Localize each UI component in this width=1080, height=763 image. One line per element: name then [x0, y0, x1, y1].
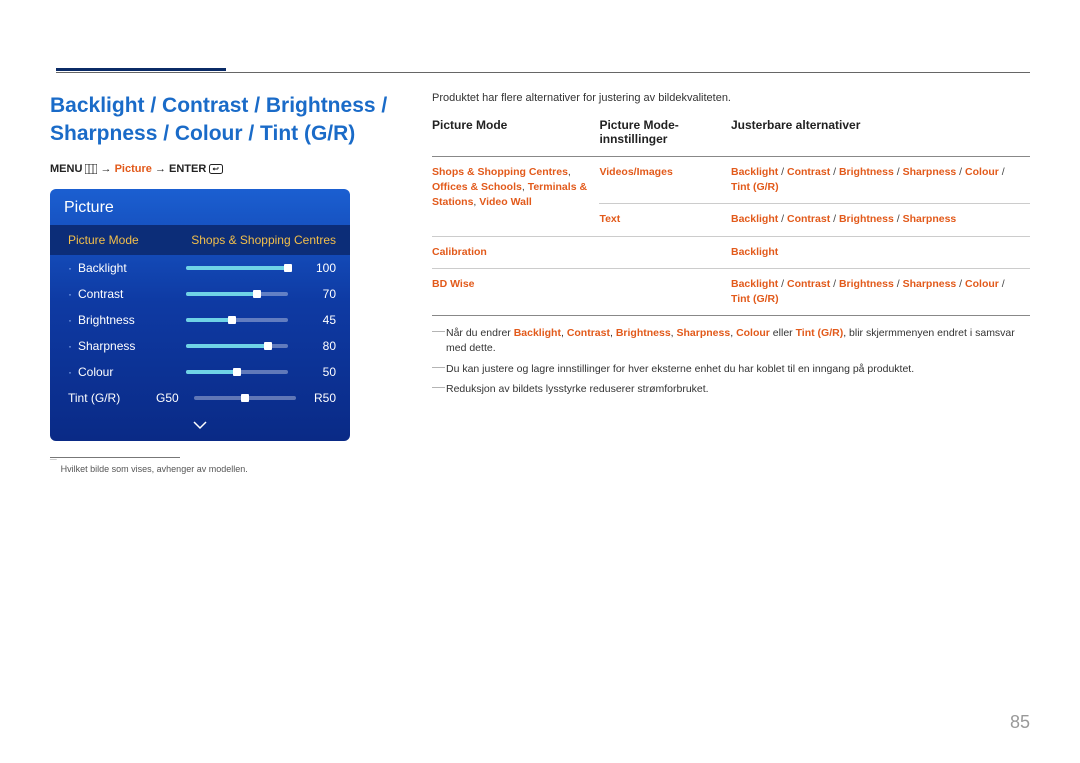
- cell-setting: [599, 268, 731, 315]
- slider-knob[interactable]: [233, 368, 241, 376]
- cell-picture-mode: BD Wise: [432, 268, 599, 315]
- osd-row-contrast[interactable]: Contrast 70: [50, 281, 350, 307]
- enter-icon: [209, 164, 223, 174]
- th-settings: Picture Mode-innstillinger: [599, 118, 731, 157]
- section-accent-bar: [56, 68, 226, 71]
- slider-fill: [186, 344, 268, 348]
- osd-row-backlight[interactable]: Backlight 100: [50, 255, 350, 281]
- tint-g-value: G50: [156, 391, 186, 405]
- slider-fill: [186, 370, 237, 374]
- note-item: Når du endrer Backlight, Contrast, Brigh…: [432, 326, 1030, 355]
- breadcrumb: MENU → Picture → ENTER: [50, 163, 396, 175]
- osd-row-value: 80: [296, 339, 336, 353]
- osd-title: Picture: [50, 189, 350, 225]
- osd-row-value: 50: [296, 365, 336, 379]
- osd-row-sharpness[interactable]: Sharpness 80: [50, 333, 350, 359]
- cell-adjustable: Backlight: [731, 236, 1030, 268]
- note-item: Du kan justere og lagre innstillinger fo…: [432, 362, 1030, 377]
- th-adjustable: Justerbare alternativer: [731, 118, 1030, 157]
- cell-picture-mode: Calibration: [432, 236, 599, 268]
- cell-adjustable: Backlight / Contrast / Brightness / Shar…: [731, 204, 1030, 236]
- cell-adjustable: Backlight / Contrast / Brightness / Shar…: [731, 157, 1030, 204]
- slider-knob[interactable]: [264, 342, 272, 350]
- th-picture-mode: Picture Mode: [432, 118, 599, 157]
- cell-setting: Text: [599, 204, 731, 236]
- notes-list: Når du endrer Backlight, Contrast, Brigh…: [432, 326, 1030, 397]
- osd-panel: Picture Picture Mode Shops & Shopping Ce…: [50, 189, 350, 441]
- tint-r-value: R50: [304, 391, 336, 405]
- breadcrumb-menu: MENU: [50, 163, 82, 175]
- page-number: 85: [1010, 712, 1030, 733]
- cell-setting: [599, 236, 731, 268]
- tint-slider[interactable]: [194, 395, 296, 401]
- breadcrumb-picture: Picture: [115, 163, 152, 175]
- note-item: Reduksjon av bildets lysstyrke reduserer…: [432, 382, 1030, 397]
- menu-grid-icon: [85, 164, 97, 174]
- slider-knob[interactable]: [284, 264, 292, 272]
- osd-row-label: Brightness: [68, 313, 178, 327]
- page-title: Backlight / Contrast / Brightness / Shar…: [50, 92, 396, 149]
- breadcrumb-enter: ENTER: [169, 163, 206, 175]
- breadcrumb-arrow-1: →: [101, 163, 112, 175]
- options-table: Picture Mode Picture Mode-innstillinger …: [432, 118, 1030, 316]
- osd-row-label: Colour: [68, 365, 178, 379]
- slider[interactable]: [186, 317, 288, 323]
- slider[interactable]: [186, 343, 288, 349]
- osd-row-picture-mode[interactable]: Picture Mode Shops & Shopping Centres: [50, 225, 350, 255]
- osd-row-label: Sharpness: [68, 339, 178, 353]
- osd-row-label: Backlight: [68, 261, 178, 275]
- osd-row-value: 70: [296, 287, 336, 301]
- osd-row-value: 100: [296, 261, 336, 275]
- cell-adjustable: Backlight / Contrast / Brightness / Shar…: [731, 268, 1030, 315]
- chevron-down-icon[interactable]: [50, 415, 350, 441]
- cell-picture-mode: Shops & Shopping Centres, Offices & Scho…: [432, 157, 599, 237]
- slider-knob[interactable]: [241, 394, 249, 402]
- slider[interactable]: [186, 265, 288, 271]
- osd-row-brightness[interactable]: Brightness 45: [50, 307, 350, 333]
- slider-fill: [186, 292, 257, 296]
- osd-row-label: Picture Mode: [68, 233, 178, 247]
- slider[interactable]: [186, 369, 288, 375]
- osd-row-colour[interactable]: Colour 50: [50, 359, 350, 385]
- left-footnote: Hvilket bilde som vises, avhenger av mod…: [50, 464, 396, 474]
- osd-row-label: Contrast: [68, 287, 178, 301]
- section-divider: [56, 72, 1030, 73]
- osd-row-value: Shops & Shopping Centres: [186, 233, 336, 247]
- slider-knob[interactable]: [253, 290, 261, 298]
- table-row: Shops & Shopping Centres, Offices & Scho…: [432, 157, 1030, 204]
- slider-knob[interactable]: [228, 316, 236, 324]
- slider-fill: [186, 318, 232, 322]
- intro-text: Produktet har flere alternativer for jus…: [432, 92, 1030, 104]
- slider-fill: [186, 266, 288, 270]
- osd-row-value: 45: [296, 313, 336, 327]
- osd-row-label: Tint (G/R): [68, 391, 148, 405]
- cell-setting: Videos/Images: [599, 157, 731, 204]
- slider[interactable]: [186, 291, 288, 297]
- osd-row-tint[interactable]: Tint (G/R) G50 R50: [50, 385, 350, 415]
- breadcrumb-arrow-2: →: [155, 163, 166, 175]
- footnote-divider: [50, 457, 180, 458]
